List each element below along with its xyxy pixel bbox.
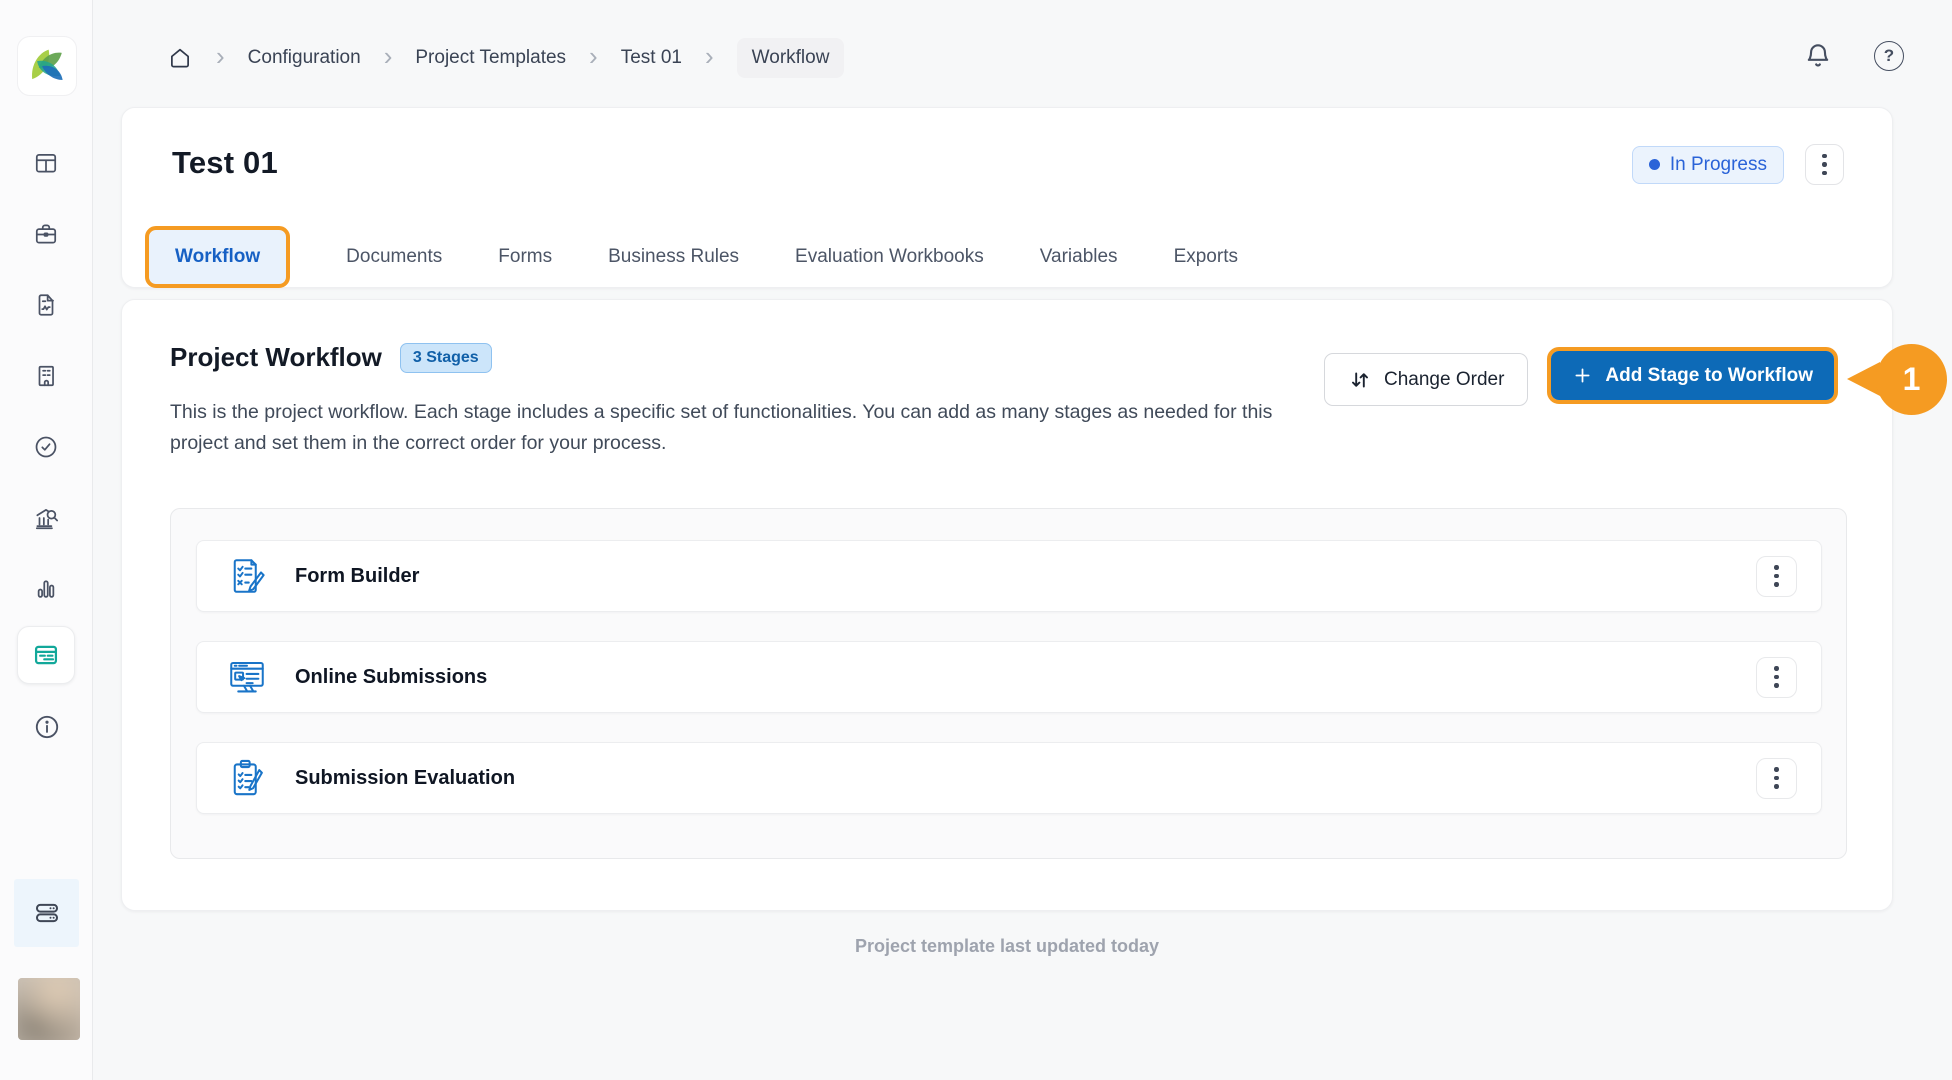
- template-card-icon: [32, 641, 60, 669]
- status-badge-label: In Progress: [1670, 154, 1767, 176]
- breadcrumb-chevron-icon: ›: [589, 46, 598, 70]
- workflow-section-header: Project Workflow 3 Stages: [170, 342, 492, 373]
- tab-evaluation-workbooks[interactable]: Evaluation Workbooks: [795, 246, 984, 268]
- sidebar-item-funding-search[interactable]: [33, 505, 59, 531]
- avatar-image: [18, 978, 80, 1040]
- logo-leaf-icon: [24, 43, 70, 89]
- app-logo[interactable]: [17, 36, 77, 96]
- topbar-actions: ?: [1802, 40, 1904, 72]
- template-tabs: Workflow Documents Forms Business Rules …: [145, 226, 1238, 288]
- dashboard-icon: [33, 150, 59, 176]
- breadcrumb-home[interactable]: [167, 45, 193, 71]
- question-mark-icon: ?: [1884, 46, 1894, 66]
- sidebar-item-reports[interactable]: [33, 292, 59, 318]
- server-stack-icon: [32, 898, 62, 928]
- annotation-highlight-workflow-tab: Workflow: [145, 226, 290, 288]
- workflow-actions: Change Order Add Stage to Workflow: [1324, 347, 1838, 406]
- breadcrumb-item-project-templates[interactable]: Project Templates: [415, 47, 566, 69]
- sidebar-item-organizations[interactable]: [33, 363, 59, 389]
- kebab-dots-icon: [1774, 565, 1779, 570]
- header-controls: In Progress: [1632, 144, 1844, 185]
- sidebar-item-environment[interactable]: [14, 879, 79, 947]
- check-circle-icon: [33, 434, 59, 460]
- form-builder-icon: [226, 555, 268, 597]
- annotation-step-1: 1: [1876, 344, 1947, 415]
- file-report-icon: [33, 292, 59, 318]
- stage-row-submission-evaluation[interactable]: Submission Evaluation: [196, 742, 1822, 814]
- sidebar-item-dashboard[interactable]: [33, 150, 59, 176]
- add-stage-to-workflow-button[interactable]: Add Stage to Workflow: [1551, 351, 1834, 400]
- sidebar-item-templates-active[interactable]: [17, 626, 75, 684]
- breadcrumb-chevron-icon: ›: [384, 46, 393, 70]
- add-stage-label: Add Stage to Workflow: [1605, 365, 1813, 387]
- breadcrumb-chevron-icon: ›: [705, 46, 714, 70]
- stage-row-form-builder[interactable]: Form Builder: [196, 540, 1822, 612]
- change-order-label: Change Order: [1384, 369, 1504, 391]
- tab-business-rules[interactable]: Business Rules: [608, 246, 739, 268]
- last-updated-note: Project template last updated today: [121, 936, 1893, 957]
- sidebar-item-projects[interactable]: [33, 221, 59, 247]
- annotation-highlight-add-stage: Add Stage to Workflow: [1547, 347, 1838, 404]
- kebab-dots-icon: [1774, 666, 1779, 671]
- online-submissions-icon: [226, 656, 268, 698]
- breadcrumb: › Configuration › Project Templates › Te…: [167, 38, 844, 78]
- sidebar: [0, 0, 93, 1080]
- sidebar-nav: [0, 150, 92, 602]
- kebab-dots-icon: [1774, 767, 1779, 772]
- header-kebab-menu-button[interactable]: [1805, 144, 1844, 185]
- plus-icon: [1572, 365, 1593, 386]
- status-badge[interactable]: In Progress: [1632, 146, 1784, 184]
- kebab-dots-icon: [1822, 154, 1827, 159]
- section-title: Project Workflow: [170, 342, 382, 373]
- institution-search-icon: [33, 505, 59, 531]
- stage-kebab-menu-button[interactable]: [1756, 657, 1797, 698]
- breadcrumb-item-workflow-current: Workflow: [737, 38, 845, 78]
- tab-variables[interactable]: Variables: [1040, 246, 1118, 268]
- notifications-button[interactable]: [1802, 40, 1834, 72]
- breadcrumb-chevron-icon: ›: [216, 46, 225, 70]
- briefcase-icon: [33, 221, 59, 247]
- bar-chart-icon: [33, 576, 59, 602]
- info-icon: [33, 713, 61, 741]
- tab-forms[interactable]: Forms: [498, 246, 552, 268]
- breadcrumb-item-configuration[interactable]: Configuration: [248, 47, 361, 69]
- stage-row-online-submissions[interactable]: Online Submissions: [196, 641, 1822, 713]
- change-order-button[interactable]: Change Order: [1324, 353, 1528, 406]
- submission-evaluation-icon: [226, 757, 268, 799]
- stage-label: Online Submissions: [295, 666, 487, 689]
- breadcrumb-item-test-01[interactable]: Test 01: [621, 47, 682, 69]
- workflow-card: Project Workflow 3 Stages This is the pr…: [121, 299, 1893, 911]
- annotation-number: 1: [1903, 361, 1921, 398]
- tab-workflow[interactable]: Workflow: [149, 230, 286, 284]
- building-icon: [33, 363, 59, 389]
- stage-label: Form Builder: [295, 565, 419, 588]
- status-dot-icon: [1649, 159, 1660, 170]
- sort-arrows-icon: [1348, 368, 1372, 392]
- stage-kebab-menu-button[interactable]: [1756, 556, 1797, 597]
- tab-exports[interactable]: Exports: [1174, 246, 1238, 268]
- stage-label: Submission Evaluation: [295, 767, 515, 790]
- sidebar-item-approvals[interactable]: [33, 434, 59, 460]
- bell-icon: [1802, 40, 1834, 72]
- template-header-card: Test 01 In Progress Workflow Documents F…: [121, 107, 1893, 288]
- user-avatar[interactable]: [18, 978, 80, 1040]
- tab-documents[interactable]: Documents: [346, 246, 442, 268]
- stages-container: Form Builder Online Submissions: [170, 508, 1847, 859]
- section-description: This is the project workflow. Each stage…: [170, 397, 1275, 459]
- stage-kebab-menu-button[interactable]: [1756, 758, 1797, 799]
- help-button[interactable]: ?: [1874, 41, 1904, 71]
- stage-count-badge: 3 Stages: [400, 343, 492, 373]
- sidebar-item-analytics[interactable]: [33, 576, 59, 602]
- page-title: Test 01: [172, 145, 278, 181]
- home-icon: [167, 45, 193, 71]
- sidebar-item-info[interactable]: [33, 713, 61, 741]
